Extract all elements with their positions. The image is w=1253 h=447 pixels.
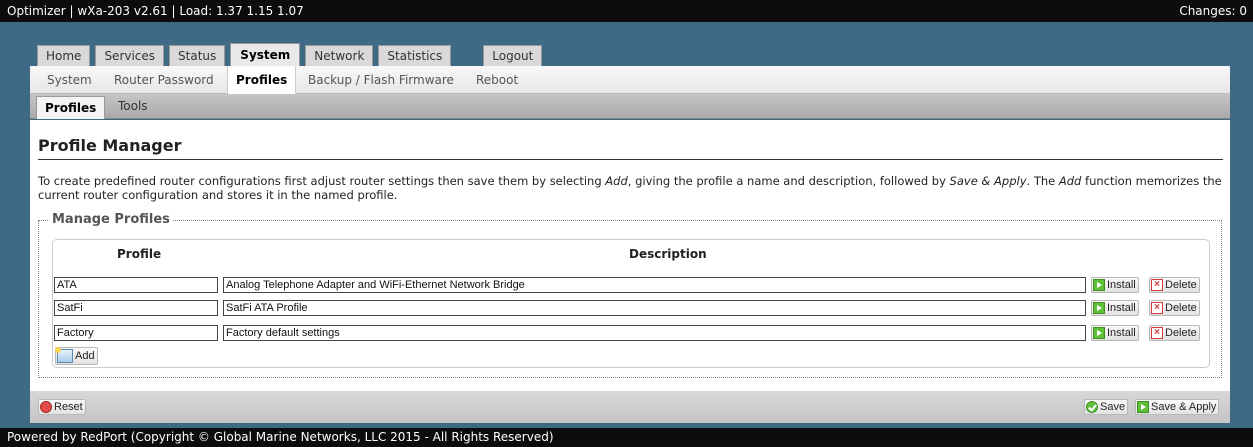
desc-add-emphasis: Add xyxy=(605,174,628,188)
device-status-title: Optimizer | wXa-203 v2.61 | Load: 1.37 1… xyxy=(7,4,304,18)
tab-home[interactable]: Home xyxy=(37,45,91,67)
top-bar: Optimizer | wXa-203 v2.61 | Load: 1.37 1… xyxy=(0,0,1253,22)
profiles-subnav: Profiles Tools xyxy=(30,94,1230,119)
install-icon xyxy=(1093,327,1105,339)
profile-description-input[interactable] xyxy=(223,325,1086,341)
subtab-profiles[interactable]: Profiles xyxy=(227,66,297,94)
desc-text-2: , giving the profile a name and descript… xyxy=(627,174,950,188)
tab-system[interactable]: System xyxy=(230,43,301,67)
profile-name-input[interactable] xyxy=(54,300,218,316)
profile-name-input[interactable] xyxy=(54,325,218,341)
reset-button[interactable]: Reset xyxy=(38,399,86,415)
install-button[interactable]: Install xyxy=(1091,325,1139,341)
save-apply-button[interactable]: Save & Apply xyxy=(1135,399,1220,415)
profiles-table: Profile Description Install ×Delete Inst… xyxy=(52,239,1210,368)
system-subnav: System Router Password Profiles Backup /… xyxy=(30,66,1230,94)
delete-label: Delete xyxy=(1165,327,1197,339)
table-row: Install ×Delete xyxy=(54,325,1210,341)
desc-text-3: . The xyxy=(1026,174,1059,188)
delete-button[interactable]: × Delete xyxy=(1149,300,1200,316)
column-header-profile: Profile xyxy=(117,247,162,261)
changes-counter: Changes: 0 xyxy=(1179,4,1247,18)
action-bar: Reset Save Save & Apply xyxy=(30,391,1230,423)
install-icon xyxy=(1093,302,1105,314)
install-button[interactable]: Install xyxy=(1091,277,1139,293)
subtab-reboot[interactable]: Reboot xyxy=(476,66,518,94)
delete-label: Delete xyxy=(1165,302,1197,314)
profile-description-input[interactable] xyxy=(223,300,1086,316)
subtab-system[interactable]: System xyxy=(47,66,92,94)
apply-icon xyxy=(1137,401,1149,413)
tab-status[interactable]: Status xyxy=(169,45,226,67)
desc-add-emphasis-2: Add xyxy=(1058,174,1082,188)
tab-statistics[interactable]: Statistics xyxy=(378,45,452,67)
install-icon xyxy=(1093,279,1105,291)
page-title: Profile Manager xyxy=(38,136,1223,160)
check-icon xyxy=(1086,401,1098,413)
subtab2-profiles[interactable]: Profiles xyxy=(36,96,106,119)
reset-icon xyxy=(40,401,52,413)
profile-name-input[interactable] xyxy=(54,277,218,293)
save-apply-label: Save & Apply xyxy=(1151,401,1217,413)
footer-copyright: Powered by RedPort (Copyright © Global M… xyxy=(0,428,1253,447)
page-description: To create predefined router configuratio… xyxy=(38,174,1223,202)
subtab2-tools[interactable]: Tools xyxy=(118,94,148,119)
delete-icon: × xyxy=(1151,279,1163,291)
reset-label: Reset xyxy=(54,401,83,413)
delete-button[interactable]: × Delete xyxy=(1149,277,1200,293)
profile-description-input[interactable] xyxy=(223,277,1086,293)
main-tabs: Home Services Status System Network Stat… xyxy=(37,43,547,67)
install-button[interactable]: Install xyxy=(1091,300,1139,316)
add-profile-button[interactable]: Add xyxy=(55,347,98,365)
add-label: Add xyxy=(75,350,95,362)
save-button[interactable]: Save xyxy=(1084,399,1129,415)
delete-icon: × xyxy=(1151,327,1163,339)
install-label: Install xyxy=(1107,302,1136,314)
column-header-description: Description xyxy=(629,247,707,261)
manage-profiles-legend: Manage Profiles xyxy=(49,212,173,227)
new-document-icon xyxy=(55,347,73,363)
delete-label: Delete xyxy=(1165,279,1197,291)
install-label: Install xyxy=(1107,279,1136,291)
table-row: Install ×Delete xyxy=(54,300,1210,316)
desc-save-apply-emphasis: Save & Apply xyxy=(949,174,1027,188)
desc-text-1: To create predefined router configuratio… xyxy=(38,174,606,188)
tab-services[interactable]: Services xyxy=(95,45,165,67)
save-label: Save xyxy=(1100,401,1126,413)
tab-network[interactable]: Network xyxy=(305,45,374,67)
install-label: Install xyxy=(1107,327,1136,339)
table-row: Install ×Delete xyxy=(54,277,1210,293)
delete-button[interactable]: × Delete xyxy=(1149,325,1200,341)
manage-profiles-fieldset: Manage Profiles Profile Description Inst… xyxy=(38,212,1222,378)
tab-logout[interactable]: Logout xyxy=(483,45,543,67)
content-panel: Profile Manager To create predefined rou… xyxy=(30,120,1230,391)
delete-icon: × xyxy=(1151,302,1163,314)
subtab-backup-flash-firmware[interactable]: Backup / Flash Firmware xyxy=(308,66,454,94)
subtab-router-password[interactable]: Router Password xyxy=(114,66,214,94)
